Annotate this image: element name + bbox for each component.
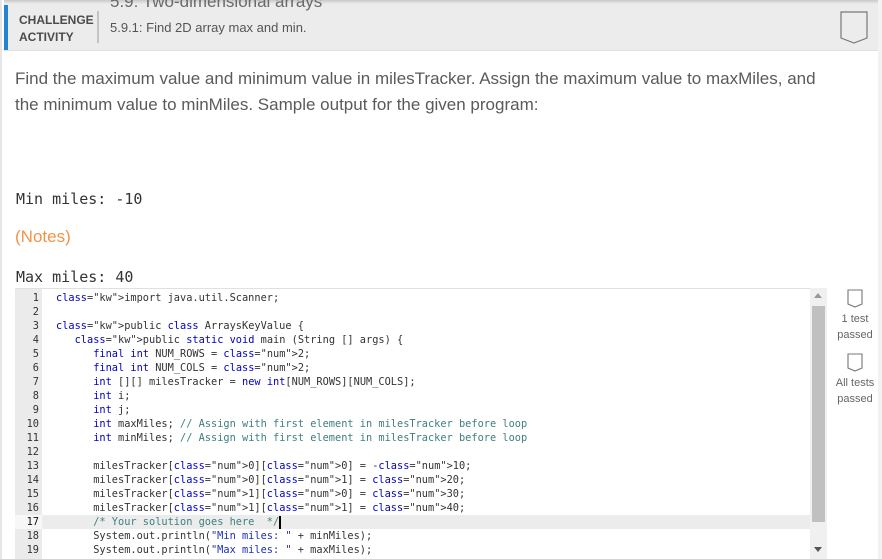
challenge-label-line2: ACTIVITY [19,30,74,44]
line-number: 9 [32,404,39,416]
challenge-activity-label: CHALLENGE ACTIVITY [19,12,94,46]
code-editor[interactable]: 1 class="kw">import java.util.Scanner; 2 3 c… [15,288,827,559]
sample-output-line: Min miles: -10 [16,190,143,208]
code-line[interactable]: 3 class="kw">public class ArraysKeyValue … [15,319,810,333]
line-code[interactable]: class="kw">public class ArraysKeyValue { [56,319,304,333]
right-border [878,0,882,559]
line-code[interactable]: milesTracker[class="num">1][class="num">… [56,501,465,515]
code-line[interactable]: 16 milesTracker[class="num">1][class="nu… [15,501,810,515]
scroll-thumb[interactable] [812,306,825,522]
line-code[interactable]: milesTracker[class="num">0][class="num">… [56,459,471,473]
code-line[interactable]: 18 System.out.println("Min miles: " + mi… [15,529,810,543]
code-line[interactable]: 15 milesTracker[class="num">1][class="nu… [15,487,810,501]
code-line[interactable]: 8 int i; [15,389,810,403]
code-line[interactable]: 14 milesTracker[class="num">0][class="nu… [15,473,810,487]
line-number: 12 [26,446,39,458]
line-number: 17 [15,515,42,529]
notes-link[interactable]: (Notes) [15,227,71,247]
line-code[interactable]: /* Your solution goes here */ [56,515,282,529]
test-status-label: All tests passed [835,377,875,405]
line-number: 18 [26,530,39,542]
code-line[interactable]: 6 final int NUM_COLS = class="num">2; [15,361,810,375]
scroll-down-arrow-icon[interactable] [814,547,822,552]
code-line[interactable]: 19 System.out.println("Max miles: " + ma… [15,543,810,557]
line-code[interactable]: int minMiles; // Assign with first eleme… [56,431,527,445]
code-lines[interactable]: 1 class="kw">import java.util.Scanner; 2 3 c… [15,291,810,557]
code-line[interactable]: 11 int minMiles; // Assign with first el… [15,431,810,445]
editor-scrollbar[interactable] [810,288,827,559]
line-code[interactable]: int maxMiles; // Assign with first eleme… [56,417,527,431]
line-number: 13 [26,460,39,472]
problem-statement: Find the maximum value and minimum value… [15,69,816,114]
line-code[interactable]: final int NUM_COLS = class="num">2; [56,361,310,375]
line-number: 19 [26,544,39,556]
test-status-label: 1 test passed [837,313,873,341]
line-code[interactable]: int j; [56,403,130,417]
line-code[interactable]: milesTracker[class="num">1][class="num">… [56,487,465,501]
badge-outline-icon [847,353,863,372]
text-cursor [279,515,282,529]
activity-title: 5.9.1: Find 2D array max and min. [110,20,307,35]
badge-outline-icon [847,289,863,308]
line-code[interactable]: class="kw">public static void main (Stri… [56,333,404,347]
line-number: 16 [26,502,39,514]
line-code[interactable]: int i; [56,389,130,403]
line-number: 8 [32,390,39,402]
line-number: 7 [32,376,39,388]
header-divider [97,11,99,43]
challenge-label-line1: CHALLENGE [19,13,94,27]
code-line[interactable]: 9 int j; [15,403,810,417]
line-number: 15 [26,488,39,500]
line-number: 5 [32,348,39,360]
line-code[interactable]: final int NUM_ROWS = class="num">2; [56,347,310,361]
code-line[interactable]: 2 [15,305,810,319]
code-line[interactable]: 13 milesTracker[class="num">0][class="nu… [15,459,810,473]
section-title: 5.9: Two-dimensional arrays [110,0,323,11]
test-status-1: 1 test passed [830,289,880,343]
line-number: 1 [32,292,39,304]
left-border [0,0,2,559]
completion-badge-icon [840,11,868,44]
line-number: 6 [32,362,39,374]
line-code[interactable]: class="kw">import java.util.Scanner; [56,291,279,305]
code-line[interactable]: 17 /* Your solution goes here */ [15,515,810,529]
line-number: 11 [26,432,39,444]
sample-output-line: Max miles: 40 [16,268,134,286]
line-number: 10 [26,418,39,430]
line-code[interactable]: milesTracker[class="num">0][class="num">… [56,473,465,487]
code-line[interactable]: 10 int maxMiles; // Assign with first el… [15,417,810,431]
line-code[interactable]: System.out.println("Min miles: " + minMi… [56,529,372,543]
code-line[interactable]: 1 class="kw">import java.util.Scanner; [15,291,810,305]
line-number: 4 [32,334,39,346]
header-accent-bar [4,5,8,50]
code-line[interactable]: 4 class="kw">public static void main (St… [15,333,810,347]
line-number: 14 [26,474,39,486]
test-status-all: All tests passed [830,353,880,407]
line-code[interactable]: System.out.println("Max miles: " + maxMi… [56,543,372,557]
scroll-up-arrow-icon[interactable] [814,293,822,298]
code-line[interactable]: 12 [15,445,810,459]
code-line[interactable]: 7 int [][] milesTracker = new int[NUM_RO… [15,375,810,389]
line-number: 3 [32,320,39,332]
code-line[interactable]: 5 final int NUM_ROWS = class="num">2; [15,347,810,361]
line-number: 2 [32,306,39,318]
line-code[interactable]: int [][] milesTracker = new int[NUM_ROWS… [56,375,415,389]
